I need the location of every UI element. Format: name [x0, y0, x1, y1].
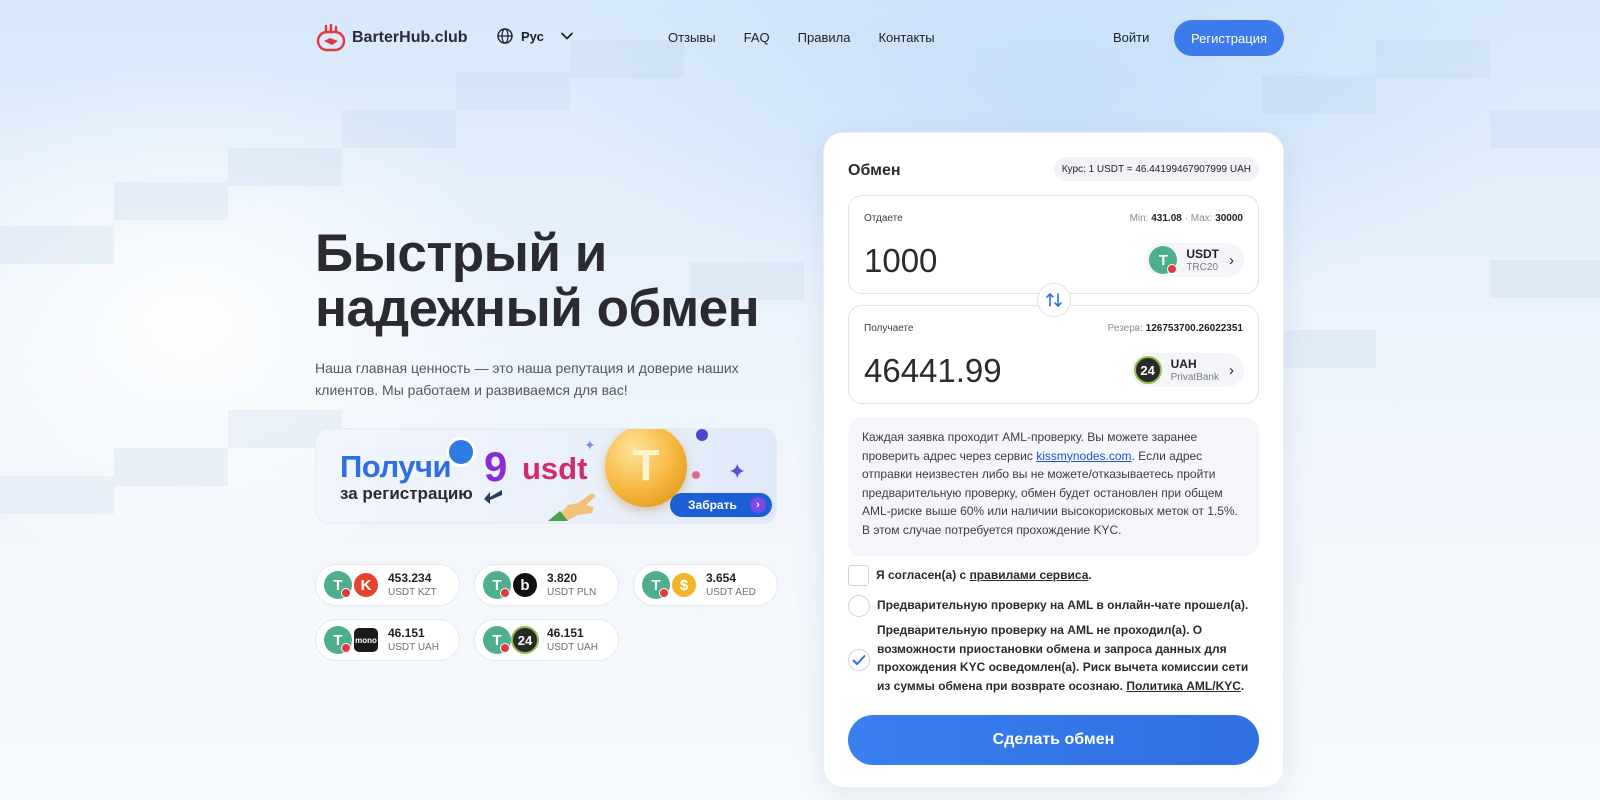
rate-value: 46.151	[547, 626, 584, 640]
swap-arrows-icon	[1046, 293, 1062, 307]
get-currency-selector[interactable]: 24 UAH PrivatBank ›	[1130, 353, 1244, 387]
main-nav: Отзывы FAQ Правила Контакты	[668, 30, 935, 45]
rate-item-usdt-uah-mono[interactable]: T mono 46.151 USDT UAH	[315, 619, 460, 661]
user-avatar-icon	[446, 437, 476, 467]
promo-banner[interactable]: ✦ ✦ Получи за регистрацию 9 usdt T Забра…	[315, 428, 777, 524]
privatbank-icon: 24	[1133, 356, 1162, 384]
agree-rules-checkbox[interactable]	[848, 565, 869, 586]
language-label: Рус	[521, 28, 544, 44]
privatbank-icon: 24	[511, 626, 539, 654]
promo-registration-text: за регистрацию	[340, 484, 473, 503]
monobank-icon: mono	[352, 626, 380, 654]
globe-icon	[497, 28, 513, 44]
hero-title-line1: Быстрый и	[315, 224, 607, 283]
usdt-icon: T	[324, 626, 352, 654]
agree-rules-text: Я согласен(а) с правилами сервиса.	[876, 568, 1092, 582]
nav-reviews-link[interactable]: Отзывы	[668, 30, 716, 45]
aml-kyc-policy-link[interactable]: Политика AML/KYC	[1126, 679, 1241, 693]
kaspi-icon: K	[352, 571, 380, 599]
aml-notice: Каждая заявка проходит AML-проверку. Вы …	[848, 417, 1259, 556]
aml-passed-text: Предварительную проверку на AML в онлайн…	[877, 598, 1249, 612]
exchange-title: Обмен	[848, 162, 901, 179]
get-amount-output[interactable]: 46441.99	[864, 352, 1002, 390]
rate-item-usdt-pln[interactable]: T b 3.820 USDT PLN	[474, 564, 619, 606]
usdt-icon: T	[1149, 246, 1178, 274]
rate-value: 3.820	[547, 571, 578, 585]
logo-text: BarterHub.club	[352, 29, 468, 46]
logo[interactable]: BarterHub.club	[316, 24, 468, 52]
dirham-coin-icon: $	[670, 571, 698, 599]
arrow-right-icon: ›	[750, 497, 766, 513]
usdt-icon: T	[483, 626, 511, 654]
aml-passed-option-row: Предварительную проверку на AML в онлайн…	[848, 595, 1248, 617]
login-link[interactable]: Войти	[1113, 30, 1149, 45]
usdt-icon: T	[642, 571, 670, 599]
hero-subtitle: Наша главная ценность — это наша репутац…	[315, 360, 739, 398]
sparkle-icon: ✦	[728, 459, 747, 484]
kissmynodes-link[interactable]: kissmynodes.com	[1036, 449, 1131, 463]
rate-pair: USDT PLN	[547, 587, 597, 598]
pointing-hand-icon	[548, 493, 596, 521]
rate-pair: USDT UAH	[547, 642, 598, 653]
barter-hands-icon	[316, 24, 346, 52]
give-currency-network: TRC20	[1186, 261, 1219, 273]
get-label: Получаете	[864, 323, 914, 334]
rate-item-usdt-aed[interactable]: T $ 3.654 USDT AED	[633, 564, 778, 606]
decor-dot	[696, 429, 708, 441]
get-field: Получаете Резерв: 126753700.26022351 464…	[848, 305, 1259, 404]
swap-button[interactable]	[1037, 283, 1071, 317]
make-exchange-button[interactable]: Сделать обмен	[848, 715, 1259, 765]
aml-passed-radio[interactable]	[848, 595, 870, 617]
hero-section: Быстрый и надежный обмен Наша главная це…	[315, 226, 775, 401]
hero-title-line2: надежный обмен	[315, 279, 760, 338]
agree-rules-checkbox-row: Я согласен(а) с правилами сервиса.	[848, 565, 1092, 586]
claim-bonus-label: Забрать	[688, 498, 737, 512]
page-background	[0, 0, 1600, 800]
aml-not-passed-text: Предварительную проверку на AML не прохо…	[877, 623, 1249, 693]
checkmark-icon	[852, 655, 866, 665]
reserve-info: Резерв: 126753700.26022351	[1107, 323, 1243, 334]
aml-not-passed-option-row: Предварительную проверку на AML не прохо…	[848, 621, 1252, 695]
rate-item-usdt-kzt[interactable]: T K 453.234 USDT KZT	[315, 564, 460, 606]
register-button[interactable]: Регистрация	[1174, 20, 1284, 56]
nav-rules-link[interactable]: Правила	[798, 30, 851, 45]
service-rules-link[interactable]: правилами сервиса	[970, 568, 1089, 582]
usdt-icon: T	[324, 571, 352, 599]
blik-icon: b	[511, 571, 539, 599]
give-amount-input[interactable]: 1000	[864, 242, 937, 280]
nav-contacts-link[interactable]: Контакты	[878, 30, 934, 45]
chevron-right-icon: ›	[1229, 361, 1234, 379]
chevron-right-icon: ›	[1229, 251, 1234, 269]
decor-dot	[692, 471, 700, 479]
exchange-card: Обмен Курс: 1 USDT = 46.44199467907999 U…	[823, 132, 1284, 788]
nav-faq-link[interactable]: FAQ	[744, 30, 770, 45]
promo-amount: 9	[484, 443, 508, 490]
exchange-rate-badge: Курс: 1 USDT = 46.44199467907999 UAH	[1053, 157, 1259, 181]
rate-value: 3.654	[706, 571, 737, 585]
give-currency-selector[interactable]: T USDT TRC20 ›	[1146, 243, 1244, 277]
rate-pair: USDT AED	[706, 587, 756, 598]
rate-pair: USDT KZT	[388, 587, 437, 598]
give-field: Отдаете Min: 431.08 · Max: 30000 1000 T …	[848, 195, 1259, 294]
give-limits: Min: 431.08 · Max: 30000	[1129, 213, 1243, 224]
rate-value: 453.234	[388, 571, 432, 585]
usdt-icon: T	[483, 571, 511, 599]
language-selector[interactable]: Рус	[497, 28, 574, 44]
aml-not-passed-radio[interactable]	[848, 649, 870, 671]
get-currency-code: UAH	[1170, 356, 1197, 371]
rate-pair: USDT UAH	[388, 642, 439, 653]
give-currency-code: USDT	[1186, 246, 1219, 261]
rate-value: 46.151	[388, 626, 425, 640]
promo-get-text: Получи	[340, 449, 452, 484]
rate-item-usdt-uah-privat[interactable]: T 24 46.151 USDT UAH	[474, 619, 619, 661]
chevron-down-icon	[560, 32, 573, 40]
claim-bonus-button[interactable]: Забрать ›	[670, 493, 772, 517]
hero-title: Быстрый и надежный обмен	[315, 226, 775, 336]
give-label: Отдаете	[864, 213, 903, 224]
get-bank-name: PrivatBank	[1170, 371, 1219, 383]
top-navigation: BarterHub.club Рус Отзывы FAQ Правила Ко…	[0, 0, 1600, 76]
